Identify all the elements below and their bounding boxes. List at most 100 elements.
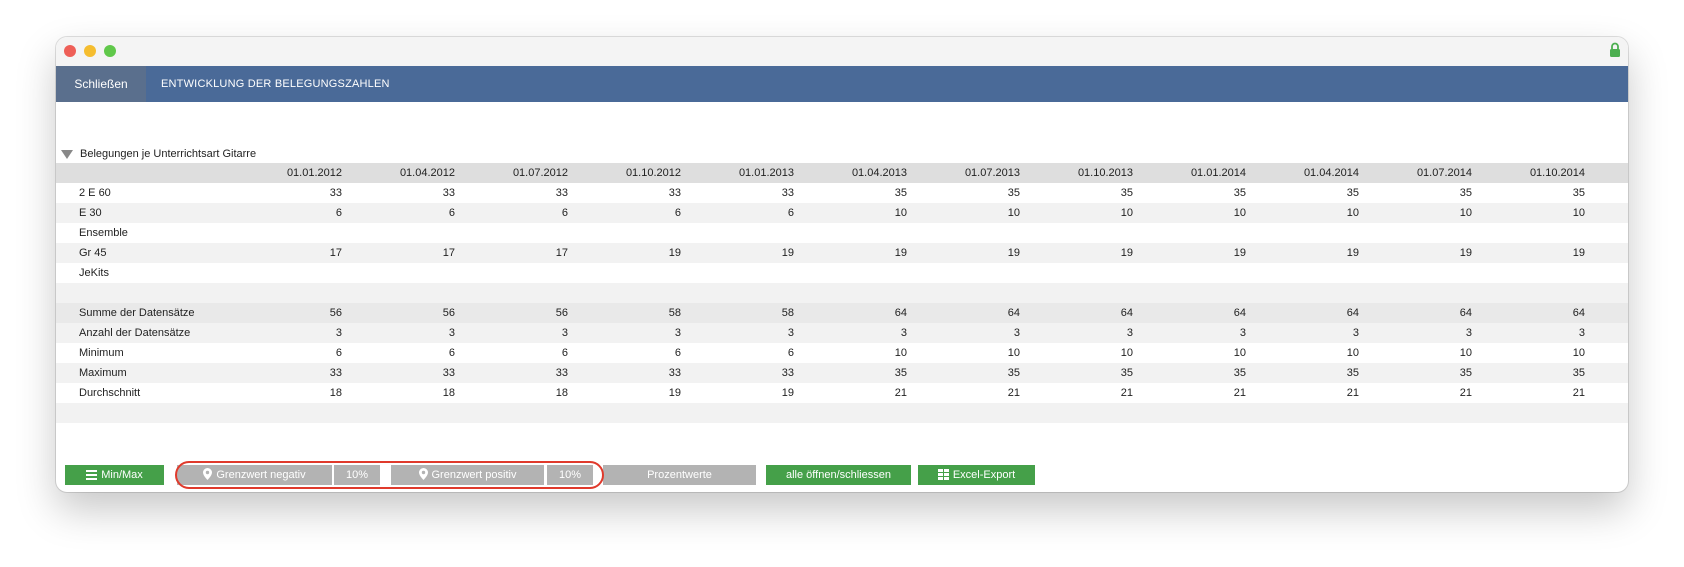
table-cell: 64 bbox=[1007, 307, 1020, 319]
column-header: 01.07.2014 bbox=[1416, 167, 1472, 179]
table-cell: 6 bbox=[561, 347, 568, 359]
table-cell: 64 bbox=[1459, 307, 1472, 319]
triangle-down-icon bbox=[61, 149, 73, 159]
summary-row: Maximum 33 33 33 33 33 35 35 35 35 35 35 35 bbox=[56, 363, 1628, 383]
row-label: Durchschnitt bbox=[79, 387, 141, 399]
table-cell: 21 bbox=[1346, 387, 1359, 399]
table-cell: 19 bbox=[668, 247, 681, 259]
column-header: 01.10.2014 bbox=[1529, 167, 1585, 179]
table-cell: 18 bbox=[329, 387, 342, 399]
row-label: Minimum bbox=[79, 347, 124, 359]
table-cell: 6 bbox=[787, 347, 794, 359]
table-cell: 64 bbox=[1233, 307, 1246, 319]
lock-icon bbox=[1610, 42, 1620, 57]
table-cell: 10 bbox=[1120, 207, 1133, 219]
table-cell: 6 bbox=[448, 347, 455, 359]
spacer-row bbox=[56, 283, 1628, 303]
summary-row: Minimum 6 6 6 6 6 10 10 10 10 10 10 10 bbox=[56, 343, 1628, 363]
table-cell: 21 bbox=[1007, 387, 1020, 399]
table-cell: 35 bbox=[1346, 187, 1359, 199]
table-cell: 35 bbox=[1233, 367, 1246, 379]
table-cell: 18 bbox=[555, 387, 568, 399]
table-cell: 6 bbox=[561, 207, 568, 219]
table-cell: 33 bbox=[781, 187, 794, 199]
table-cell: 19 bbox=[1459, 247, 1472, 259]
table-cell: 10 bbox=[1459, 207, 1472, 219]
table-cell: 10 bbox=[1459, 347, 1472, 359]
column-header: 01.07.2013 bbox=[964, 167, 1020, 179]
table-cell: 35 bbox=[1459, 187, 1472, 199]
row-label: E 30 bbox=[79, 207, 102, 219]
table-row: JeKits bbox=[56, 263, 1628, 283]
row-label: JeKits bbox=[79, 267, 109, 279]
column-header: 01.10.2012 bbox=[625, 167, 681, 179]
column-header: 01.01.2012 bbox=[286, 167, 342, 179]
prozentwerte-button[interactable]: Prozentwerte bbox=[603, 465, 756, 485]
table-cell: 35 bbox=[1007, 367, 1020, 379]
close-button[interactable]: Schließen bbox=[56, 66, 146, 102]
table-cell: 33 bbox=[668, 187, 681, 199]
excel-export-button[interactable]: Excel-Export bbox=[918, 465, 1035, 485]
table-cell: 3 bbox=[1352, 327, 1359, 339]
table-cell: 64 bbox=[1346, 307, 1359, 319]
title-bar bbox=[56, 37, 1628, 66]
table-cell: 19 bbox=[668, 387, 681, 399]
table-cell: 6 bbox=[674, 207, 681, 219]
min-max-button[interactable]: Min/Max bbox=[65, 465, 164, 485]
row-label: Anzahl der Datensätze bbox=[79, 327, 191, 339]
close-window-button[interactable] bbox=[64, 45, 76, 57]
table-cell: 6 bbox=[335, 347, 342, 359]
excel-export-label: Excel-Export bbox=[952, 469, 1016, 481]
table-cell: 19 bbox=[1120, 247, 1133, 259]
table-cell: 58 bbox=[668, 307, 681, 319]
table-cell: 3 bbox=[1013, 327, 1020, 339]
highlight-annotation bbox=[175, 461, 604, 489]
table-cell: 33 bbox=[329, 187, 342, 199]
table-cell: 6 bbox=[787, 207, 794, 219]
table-cell: 21 bbox=[1120, 387, 1133, 399]
table-cell: 10 bbox=[1346, 207, 1359, 219]
toggle-all-button[interactable]: alle öffnen/schliessen bbox=[766, 465, 911, 485]
column-header: 01.04.2013 bbox=[851, 167, 907, 179]
table-cell: 10 bbox=[894, 347, 907, 359]
table-cell: 10 bbox=[1233, 207, 1246, 219]
table-cell: 58 bbox=[781, 307, 794, 319]
table-cell: 21 bbox=[1233, 387, 1246, 399]
table-cell: 3 bbox=[1126, 327, 1133, 339]
table-cell: 19 bbox=[781, 247, 794, 259]
table-cell: 33 bbox=[668, 367, 681, 379]
table-cell: 21 bbox=[1459, 387, 1472, 399]
table-cell: 10 bbox=[894, 207, 907, 219]
table-cell: 33 bbox=[442, 367, 455, 379]
table-header-row: 01.01.2012 01.04.2012 01.07.2012 01.10.2012… bbox=[56, 163, 1628, 183]
column-header: 01.04.2014 bbox=[1303, 167, 1359, 179]
table-cell: 3 bbox=[1578, 327, 1585, 339]
table-cell: 56 bbox=[555, 307, 568, 319]
table-cell: 35 bbox=[1233, 187, 1246, 199]
table-cell: 3 bbox=[674, 327, 681, 339]
table-cell: 33 bbox=[781, 367, 794, 379]
app-window: Schließen ENTWICKLUNG DER BELEGUNGSZAHLE… bbox=[56, 37, 1628, 492]
hamburger-icon bbox=[86, 470, 98, 480]
table-cell: 17 bbox=[442, 247, 455, 259]
table-cell: 33 bbox=[555, 367, 568, 379]
zoom-window-button[interactable] bbox=[104, 45, 116, 57]
minimize-window-button[interactable] bbox=[84, 45, 96, 57]
table-cell: 33 bbox=[442, 187, 455, 199]
section-toggle[interactable]: Belegungen je Unterrichtsart Gitarre bbox=[61, 146, 256, 162]
table-cell: 56 bbox=[329, 307, 342, 319]
table-cell: 19 bbox=[1233, 247, 1246, 259]
table-cell: 17 bbox=[555, 247, 568, 259]
table-cell: 10 bbox=[1346, 347, 1359, 359]
column-header: 01.01.2014 bbox=[1190, 167, 1246, 179]
table-cell: 3 bbox=[448, 327, 455, 339]
table-cell: 35 bbox=[1459, 367, 1472, 379]
spacer-row bbox=[56, 403, 1628, 423]
table-cell: 35 bbox=[1120, 187, 1133, 199]
table-cell: 10 bbox=[1007, 347, 1020, 359]
table-cell: 10 bbox=[1007, 207, 1020, 219]
table-cell: 3 bbox=[1239, 327, 1246, 339]
table-cell: 64 bbox=[894, 307, 907, 319]
table-cell: 10 bbox=[1572, 207, 1585, 219]
column-header: 01.04.2012 bbox=[399, 167, 455, 179]
